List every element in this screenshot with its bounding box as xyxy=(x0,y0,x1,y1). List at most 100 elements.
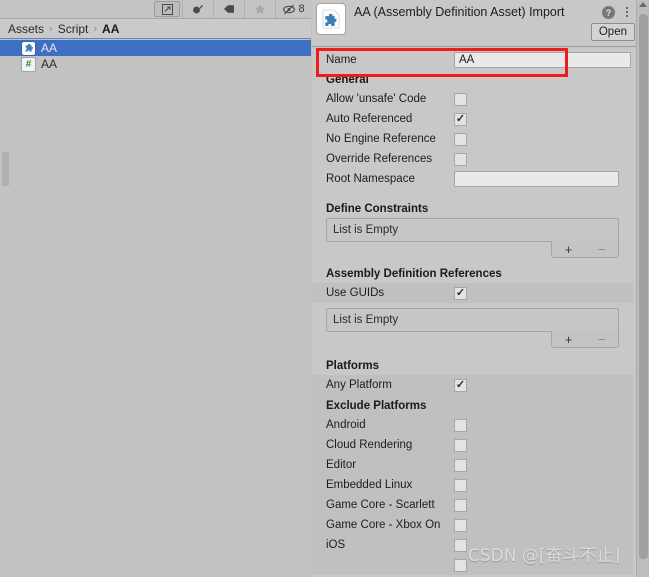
check-icon: ✓ xyxy=(455,112,466,125)
inspector-panel: AA (Assembly Definition Asset) Import ? … xyxy=(312,0,649,577)
exclude-platform-label: Android xyxy=(326,419,366,431)
exclude-platforms-heading: Exclude Platforms xyxy=(326,399,427,412)
general-section-heading: General xyxy=(326,74,369,86)
define-constraints-list[interactable]: List is Empty xyxy=(326,218,619,242)
exclude-platform-row: Embedded Linux xyxy=(312,475,633,495)
assembly-definition-references-empty-text: List is Empty xyxy=(333,314,399,326)
more-options-icon[interactable] xyxy=(622,4,632,20)
open-button[interactable]: Open xyxy=(590,23,635,41)
use-guids-label: Use GUIDs xyxy=(326,287,385,299)
exclude-platform-row-partial xyxy=(312,555,633,575)
assembly-definition-references-add-button[interactable]: + xyxy=(565,332,573,347)
page-title: AA (Assembly Definition Asset) Import xyxy=(354,5,565,19)
hidden-objects-count: 8 xyxy=(298,3,305,15)
favorite-star-icon[interactable] xyxy=(244,0,275,18)
root-namespace-label: Root Namespace xyxy=(326,173,415,185)
exclude-platform-label: iOS xyxy=(326,539,346,551)
visibility-off-icon[interactable]: 8 xyxy=(275,0,311,18)
exclude-platform-checkbox[interactable] xyxy=(454,438,467,452)
auto-referenced-label: Auto Referenced xyxy=(326,113,413,125)
exclude-platform-row: iOS xyxy=(312,535,633,555)
no-engine-reference-row: No Engine Reference xyxy=(312,129,633,149)
list-item-label: AA xyxy=(41,41,58,55)
exclude-platform-label: Game Core - Scarlett xyxy=(326,499,435,511)
use-guids-checkbox[interactable]: ✓ xyxy=(454,286,467,300)
inspector-header: AA (Assembly Definition Asset) Import ? … xyxy=(312,0,649,47)
exclude-platform-label: Editor xyxy=(326,459,357,471)
override-references-row: Override References xyxy=(312,149,633,169)
assembly-definition-icon xyxy=(22,41,35,55)
csharp-script-icon: # xyxy=(22,57,35,71)
override-references-label: Override References xyxy=(326,153,433,165)
no-engine-reference-checkbox[interactable] xyxy=(454,132,467,146)
root-namespace-row: Root Namespace xyxy=(312,169,633,189)
breadcrumb-separator-icon: › xyxy=(49,22,53,35)
define-constraints-heading: Define Constraints xyxy=(326,203,429,215)
exclude-platform-checkbox[interactable] xyxy=(454,418,467,432)
name-input[interactable]: AA xyxy=(454,52,631,68)
exclude-platform-checkbox[interactable] xyxy=(454,478,467,492)
project-panel-scrollbar[interactable] xyxy=(2,152,9,186)
define-constraints-empty-text: List is Empty xyxy=(333,224,399,236)
exclude-platform-label: Embedded Linux xyxy=(326,479,413,491)
exclude-platform-checkbox[interactable] xyxy=(454,538,467,552)
assembly-definition-icon xyxy=(317,4,345,34)
exclude-platform-checkbox[interactable] xyxy=(454,518,467,532)
any-platform-label: Any Platform xyxy=(326,379,392,391)
list-item-label: AA xyxy=(41,57,58,71)
inspector-body: Name AA General Allow 'unsafe' Code Auto… xyxy=(312,48,633,577)
auto-referenced-checkbox[interactable]: ✓ xyxy=(454,112,467,126)
tag-icon[interactable] xyxy=(213,0,244,18)
list-item[interactable]: AA xyxy=(0,40,311,56)
define-constraints-remove-button[interactable]: − xyxy=(598,242,606,257)
unity-editor-window: 8 Assets › Script › AA AA # AA AA (Assem… xyxy=(0,0,649,577)
exclude-platform-row: Cloud Rendering xyxy=(312,435,633,455)
define-constraints-list-footer: + − xyxy=(312,241,619,258)
breadcrumb-root[interactable]: Assets xyxy=(8,22,44,36)
project-panel: 8 Assets › Script › AA AA # AA xyxy=(0,0,311,577)
exclude-platform-label: Game Core - Xbox On xyxy=(326,519,441,531)
check-icon: ✓ xyxy=(455,286,466,299)
assembly-definition-references-list[interactable]: List is Empty xyxy=(326,308,619,332)
inspector-scrollbar[interactable] xyxy=(636,0,649,577)
name-field-row: Name AA xyxy=(312,48,633,70)
exclude-platform-row: Game Core - Scarlett xyxy=(312,495,633,515)
exclude-platform-checkbox[interactable] xyxy=(454,458,467,472)
exclude-platform-label: Cloud Rendering xyxy=(326,439,413,451)
breadcrumb-separator-icon: › xyxy=(93,22,98,35)
open-in-new-icon[interactable] xyxy=(154,1,180,17)
allow-unsafe-code-label: Allow 'unsafe' Code xyxy=(326,93,427,105)
assembly-definition-references-remove-button[interactable]: − xyxy=(598,332,606,347)
list-item[interactable]: # AA xyxy=(0,56,311,72)
scroll-up-arrow-icon[interactable] xyxy=(639,2,647,7)
check-icon: ✓ xyxy=(455,378,466,391)
use-guids-row: Use GUIDs ✓ xyxy=(312,283,633,303)
any-platform-row: Any Platform ✓ xyxy=(312,375,633,395)
name-field-label: Name xyxy=(326,54,357,66)
platforms-block: Any Platform ✓ Exclude Platforms Android… xyxy=(312,375,633,575)
exclude-platform-checkbox[interactable] xyxy=(454,498,467,512)
breadcrumb-folder[interactable]: Script xyxy=(58,22,89,36)
project-toolbar: 8 xyxy=(0,0,311,19)
exclude-platform-row: Game Core - Xbox On xyxy=(312,515,633,535)
any-platform-checkbox[interactable]: ✓ xyxy=(454,378,467,392)
exclude-platform-row: Editor xyxy=(312,455,633,475)
exclude-platform-row: Android xyxy=(312,415,633,435)
allow-unsafe-code-row: Allow 'unsafe' Code xyxy=(312,89,633,109)
paint-dropper-icon[interactable] xyxy=(182,0,213,18)
auto-referenced-row: Auto Referenced ✓ xyxy=(312,109,633,129)
define-constraints-add-button[interactable]: + xyxy=(565,242,573,257)
breadcrumb: Assets › Script › AA xyxy=(0,19,311,39)
platforms-heading: Platforms xyxy=(326,360,380,372)
scrollbar-thumb[interactable] xyxy=(639,14,648,559)
asset-list: AA # AA xyxy=(0,40,311,577)
root-namespace-input[interactable] xyxy=(454,171,619,187)
override-references-checkbox[interactable] xyxy=(454,152,467,166)
help-icon[interactable]: ? xyxy=(602,6,615,19)
allow-unsafe-code-checkbox[interactable] xyxy=(454,92,467,106)
no-engine-reference-label: No Engine Reference xyxy=(326,133,436,145)
breadcrumb-current[interactable]: AA xyxy=(102,22,119,36)
assembly-definition-references-list-footer: + − xyxy=(312,331,619,348)
exclude-platform-checkbox[interactable] xyxy=(454,558,467,572)
assembly-definition-references-heading: Assembly Definition References xyxy=(326,268,502,280)
